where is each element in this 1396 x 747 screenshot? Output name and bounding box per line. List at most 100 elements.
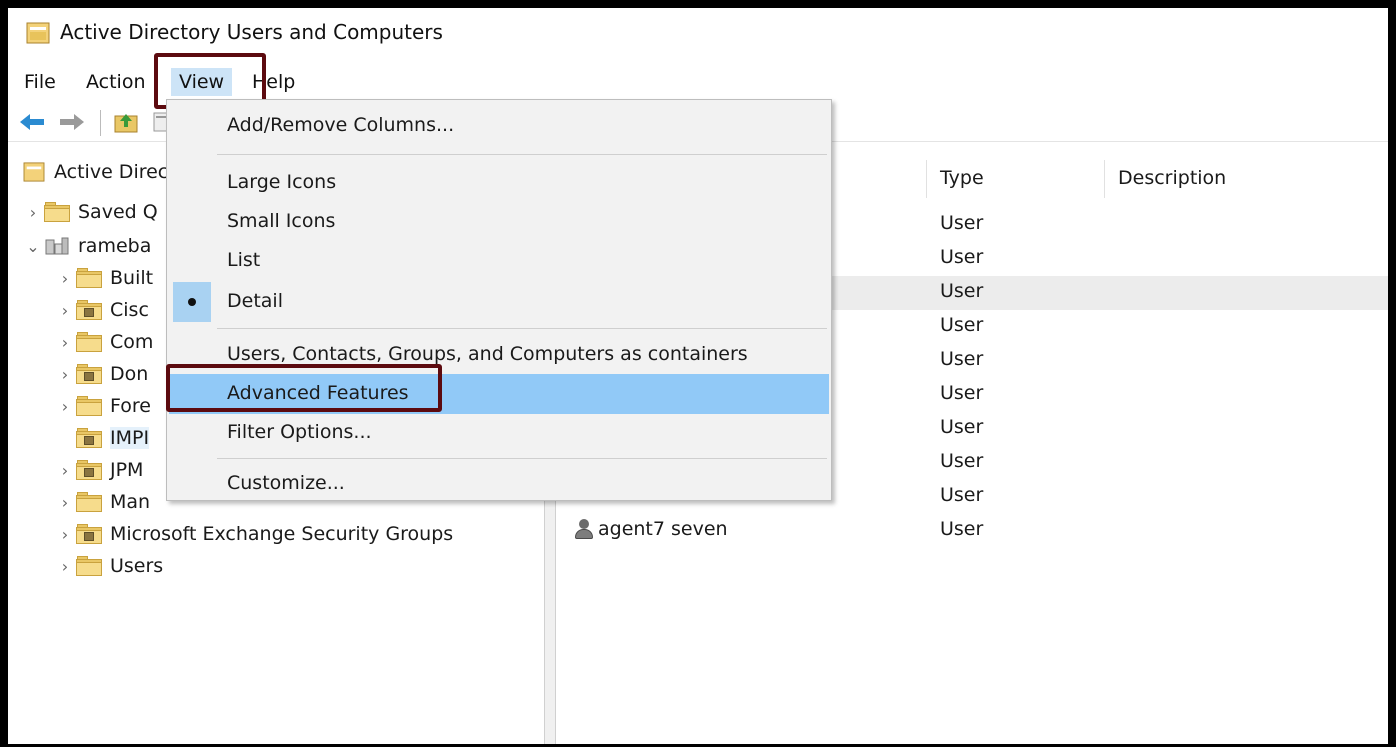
tree-item-computers[interactable]: › Com	[54, 326, 154, 358]
menu-action[interactable]: Action	[86, 68, 146, 96]
tree-item-label: Users	[110, 555, 164, 577]
tree-item-label: Cisc	[110, 299, 149, 321]
cell-type: User	[940, 280, 984, 302]
folder-icon	[76, 556, 102, 576]
tree-item-domain-controllers[interactable]: › Don	[54, 358, 149, 390]
menu-item-detail[interactable]: Detail	[167, 282, 831, 322]
cell-name: agent7 seven	[574, 518, 728, 540]
folder-icon	[76, 332, 102, 352]
chevron-right-icon[interactable]: ›	[54, 269, 76, 288]
menu-item-label: Detail	[227, 290, 283, 312]
forward-arrow-icon[interactable]	[58, 110, 86, 134]
tree-item-builtin[interactable]: › Built	[54, 262, 153, 294]
menu-separator	[217, 458, 827, 459]
view-menu-dropdown: Add/Remove Columns... Large Icons Small …	[166, 99, 832, 501]
ad-console-icon	[26, 22, 50, 44]
tree-item-label: IMPI	[110, 427, 150, 449]
tree-item-label: Man	[110, 491, 151, 513]
chevron-down-icon[interactable]: ⌄	[22, 237, 44, 256]
app-window: Active Directory Users and Computers Fil…	[8, 8, 1388, 744]
cell-type: User	[940, 518, 984, 540]
tree-item-label: Saved Q	[78, 201, 158, 223]
menu-item-label: Add/Remove Columns...	[227, 114, 455, 136]
column-separator[interactable]	[926, 160, 927, 198]
tree-item-cisco[interactable]: › Cisc	[54, 294, 149, 326]
ou-folder-icon	[76, 428, 102, 448]
ou-folder-icon	[76, 364, 102, 384]
chevron-right-icon[interactable]: ›	[54, 333, 76, 352]
tree-item-label: JPM	[110, 459, 144, 481]
user-name: agent7 seven	[598, 518, 728, 540]
tree-item-impi[interactable]: IMPI	[76, 422, 150, 454]
folder-icon	[76, 396, 102, 416]
menu-item-filter-options[interactable]: Filter Options...	[167, 413, 831, 453]
tree-item-exchange-groups[interactable]: › Microsoft Exchange Security Groups	[54, 518, 453, 550]
menu-item-label: Small Icons	[227, 210, 336, 232]
chevron-right-icon[interactable]: ›	[54, 461, 76, 480]
cell-type: User	[940, 484, 984, 506]
tree-item-label: Built	[110, 267, 154, 289]
tree-item-foreign-security[interactable]: › Fore	[54, 390, 151, 422]
menu-item-label: Large Icons	[227, 171, 337, 193]
folder-icon	[76, 268, 102, 288]
cell-type: User	[940, 382, 984, 404]
folder-icon	[76, 492, 102, 512]
tree-item-label: rameba	[78, 235, 152, 257]
ou-folder-icon	[76, 300, 102, 320]
cell-type: User	[940, 212, 984, 234]
window-title: Active Directory Users and Computers	[60, 20, 443, 44]
chevron-right-icon[interactable]: ›	[54, 557, 76, 576]
toolbar-separator	[100, 110, 101, 136]
cell-type: User	[940, 348, 984, 370]
cell-type: User	[940, 450, 984, 472]
column-header-type[interactable]: Type	[940, 156, 984, 200]
title-bar: Active Directory Users and Computers	[8, 8, 1388, 58]
cell-type: User	[940, 246, 984, 268]
menu-item-large-icons[interactable]: Large Icons	[167, 163, 831, 203]
tree-item-domain[interactable]: ⌄ rameba	[22, 230, 151, 262]
menu-item-customize[interactable]: Customize...	[167, 464, 831, 504]
chevron-right-icon[interactable]: ›	[22, 203, 44, 222]
chevron-right-icon[interactable]: ›	[54, 397, 76, 416]
menu-separator	[217, 154, 827, 155]
menu-separator	[217, 328, 827, 329]
tree-item-jpm[interactable]: › JPM	[54, 454, 144, 486]
tree-item-label: Fore	[110, 395, 151, 417]
folder-icon	[44, 202, 70, 222]
menu-item-small-icons[interactable]: Small Icons	[167, 202, 831, 242]
user-icon	[574, 518, 594, 540]
chevron-right-icon[interactable]: ›	[54, 365, 76, 384]
tree-item-managed-service[interactable]: › Man	[54, 486, 150, 518]
tree-item-saved-queries[interactable]: › Saved Q	[22, 196, 158, 228]
menu-item-add-remove-columns[interactable]: Add/Remove Columns...	[167, 106, 831, 146]
selected-indicator	[173, 282, 211, 322]
column-separator[interactable]	[1104, 160, 1105, 198]
menu-item-label: Users, Contacts, Groups, and Computers a…	[227, 343, 748, 365]
back-arrow-icon[interactable]	[18, 110, 46, 134]
menu-item-label: List	[227, 249, 261, 271]
ou-folder-icon	[76, 524, 102, 544]
chevron-right-icon[interactable]: ›	[54, 301, 76, 320]
tree-item-label: Don	[110, 363, 149, 385]
advanced-features-annotation-box	[166, 364, 442, 412]
tree-item-users[interactable]: › Users	[54, 550, 163, 582]
bullet-icon	[188, 298, 196, 306]
tree-item-label: Com	[110, 331, 154, 353]
tree-item-label: Active Direc	[54, 161, 169, 183]
menu-item-label: Customize...	[227, 472, 345, 494]
menu-item-list[interactable]: List	[167, 241, 831, 281]
tree-item-root[interactable]: Active Direc	[22, 156, 168, 188]
ou-folder-icon	[76, 460, 102, 480]
ad-root-icon	[23, 162, 45, 182]
tree-item-label: Microsoft Exchange Security Groups	[110, 523, 454, 545]
cell-type: User	[940, 416, 984, 438]
menu-item-label: Filter Options...	[227, 421, 372, 443]
chevron-right-icon[interactable]: ›	[54, 525, 76, 544]
list-row[interactable]: agent7 seven User	[556, 514, 1388, 548]
domain-icon	[45, 237, 69, 255]
chevron-right-icon[interactable]: ›	[54, 493, 76, 512]
menu-file[interactable]: File	[24, 68, 56, 96]
cell-type: User	[940, 314, 984, 336]
up-folder-icon[interactable]	[112, 110, 140, 134]
column-header-description[interactable]: Description	[1118, 156, 1226, 200]
